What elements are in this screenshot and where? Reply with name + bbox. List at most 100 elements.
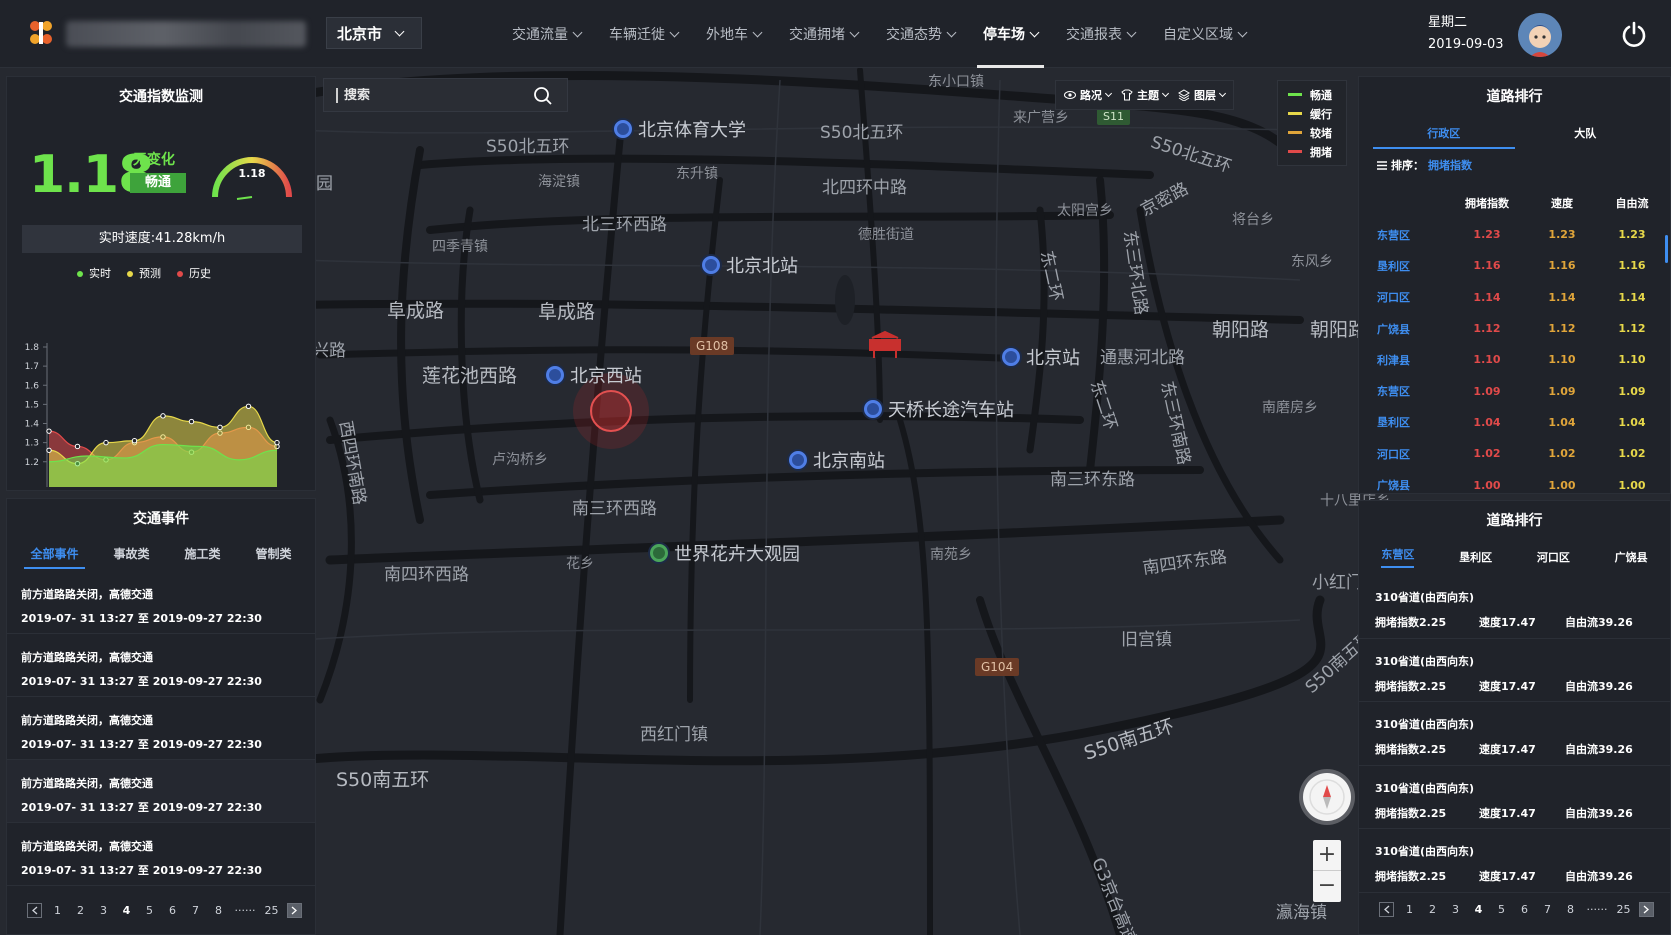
page-number[interactable]: 2 (1421, 903, 1444, 916)
next-page-button[interactable] (1639, 902, 1654, 917)
nav-congestion[interactable]: 交通拥堵 (777, 0, 870, 68)
table-row[interactable]: 广饶县 1.00 1.00 1.00 (1359, 469, 1670, 500)
poi-marker[interactable]: 天桥长途汽车站 (864, 396, 1014, 422)
tab-kenli[interactable]: 垦利区 (1459, 549, 1492, 565)
page-number[interactable]: 5 (138, 904, 161, 917)
page-number[interactable]: 3 (92, 904, 115, 917)
tab-construction[interactable]: 施工类 (178, 541, 226, 566)
road-pagination: 1 2 3 4 5 6 7 8 ······ 25 (1375, 902, 1658, 917)
nav-label: 自定义区域 (1163, 27, 1233, 43)
search-input[interactable] (336, 87, 516, 103)
page-number[interactable]: 25 (1612, 903, 1635, 916)
column-header: 自由流 (1615, 197, 1649, 210)
scrollbar-thumb[interactable] (1665, 235, 1668, 263)
table-row[interactable]: 广饶县 1.12 1.12 1.12 (1359, 313, 1670, 344)
page-number-current[interactable]: 4 (115, 904, 138, 917)
list-item[interactable]: 前方道路路关闭，高德交通 2019-07- 31 13:27 至 2019-09-… (7, 760, 315, 823)
sort-control[interactable]: 排序： 拥堵指数 (1377, 157, 1670, 173)
power-icon[interactable] (1620, 20, 1648, 48)
compass-button[interactable] (1303, 773, 1351, 821)
avatar[interactable] (1518, 13, 1562, 57)
page-number[interactable]: 8 (1559, 903, 1582, 916)
zoom-out-button[interactable]: − (1313, 871, 1341, 902)
poi-marker[interactable]: 北京站 (1002, 344, 1080, 370)
poi-marker[interactable]: 北京南站 (789, 447, 885, 473)
nav-traffic-reports[interactable]: 交通报表 (1054, 0, 1147, 68)
next-page-button[interactable] (287, 903, 302, 918)
page-number[interactable]: 6 (1513, 903, 1536, 916)
tab-dongying[interactable]: 东营区 (1381, 546, 1415, 568)
page-number[interactable]: 7 (1536, 903, 1559, 916)
list-item[interactable]: 前方道路路关闭，高德交通 2019-07- 31 13:27 至 2019-09-… (7, 634, 315, 697)
tab-district[interactable]: 行政区 (1373, 121, 1515, 149)
page-number[interactable]: 3 (1444, 903, 1467, 916)
page-number[interactable]: 1 (1398, 903, 1421, 916)
nav-nonlocal-vehicles[interactable]: 外地车 (694, 0, 773, 68)
city-select[interactable]: 北京市 (326, 17, 422, 49)
page-number[interactable]: 25 (260, 904, 283, 917)
theme-button[interactable]: 主题 (1121, 87, 1170, 103)
list-item[interactable]: 前方道路路关闭，高德交通 2019-07- 31 13:27 至 2019-09-… (7, 571, 315, 634)
page-number-current[interactable]: 4 (1467, 903, 1490, 916)
table-row[interactable]: 垦利区 1.04 1.04 1.04 (1359, 407, 1670, 438)
map-label: 阜成路 (387, 300, 445, 322)
page-number[interactable]: 2 (69, 904, 92, 917)
poi-label: 北京北站 (726, 256, 798, 277)
map-label: 将台乡 (1232, 212, 1274, 228)
road-name: 310省道(由西向东) (1375, 718, 1475, 731)
poi-marker[interactable]: 北京体育大学 (614, 116, 746, 142)
layers-icon (1178, 89, 1190, 101)
poi-marker[interactable]: 北京西站 (546, 362, 642, 388)
nav-custom-area[interactable]: 自定义区域 (1151, 0, 1258, 68)
poi-marker[interactable]: 北京北站 (702, 252, 798, 278)
table-row[interactable]: 河口区 1.02 1.02 1.02 (1359, 438, 1670, 469)
chevron-down-icon (1029, 27, 1040, 37)
table-row[interactable]: 利津县 1.10 1.10 1.10 (1359, 344, 1670, 375)
table-row[interactable]: 东营区 1.23 1.23 1.23 (1359, 219, 1670, 250)
data-point (46, 428, 52, 434)
tab-brigade[interactable]: 大队 (1515, 121, 1657, 149)
sort-label: 排序： (1391, 159, 1424, 172)
nav-vehicle-migration[interactable]: 车辆迁徙 (597, 0, 690, 68)
table-row[interactable]: 河口区 1.14 1.14 1.14 (1359, 282, 1670, 313)
tab-all-events[interactable]: 全部事件 (24, 541, 85, 569)
tab-hekou[interactable]: 河口区 (1537, 549, 1570, 565)
list-item[interactable]: 前方道路路关闭，高德交通 2019-07- 31 13:27 至 2019-09-… (7, 823, 315, 886)
page-number[interactable]: 7 (184, 904, 207, 917)
page-number[interactable]: 8 (207, 904, 230, 917)
event-time: 2019-07- 31 13:27 至 2019-09-27 22:30 (21, 612, 262, 625)
traffic-layer-button[interactable]: 路况 (1064, 87, 1113, 103)
station-icon (789, 451, 807, 469)
search-icon[interactable] (533, 86, 553, 106)
road-ranking-panel: 道路排行 东营区 垦利区 河口区 广饶县 310省道(由西向东) 拥堵指数2.25… (1358, 500, 1671, 935)
map-label: S50南五环 (336, 769, 430, 791)
page-number[interactable]: 1 (46, 904, 69, 917)
nav-traffic-flow[interactable]: 交通流量 (500, 0, 593, 68)
page-number[interactable]: 5 (1490, 903, 1513, 916)
page-number[interactable]: 6 (161, 904, 184, 917)
poi-marker[interactable]: 世界花卉大观园 (650, 540, 800, 566)
list-item[interactable]: 310省道(由西向东) 拥堵指数2.25 速度17.47 自由流39.26 (1359, 702, 1670, 766)
list-item[interactable]: 310省道(由西向东) 拥堵指数2.25 速度17.47 自由流39.26 (1359, 639, 1670, 702)
list-item[interactable]: 310省道(由西向东) 拥堵指数2.25 速度17.47 自由流39.26 (1359, 575, 1670, 639)
nav-parking[interactable]: 停车场 (971, 0, 1050, 68)
tab-control[interactable]: 管制类 (249, 541, 297, 566)
list-item[interactable]: 310省道(由西向东) 拥堵指数2.25 速度17.47 自由流39.26 (1359, 829, 1670, 893)
user-avatar-icon (1518, 13, 1562, 57)
map-label: 北四环中路 (822, 178, 907, 198)
layers-button[interactable]: 图层 (1178, 87, 1227, 103)
bus-station-icon (864, 400, 882, 418)
zoom-in-button[interactable]: + (1313, 840, 1341, 871)
list-item[interactable]: 310省道(由西向东) 拥堵指数2.25 速度17.47 自由流39.26 (1359, 766, 1670, 829)
tab-guangrao[interactable]: 广饶县 (1615, 549, 1648, 565)
tab-accidents[interactable]: 事故类 (107, 541, 155, 566)
table-row[interactable]: 东营区 1.09 1.09 1.09 (1359, 375, 1670, 406)
page-ellipsis: ······ (234, 904, 256, 917)
nav-label: 外地车 (706, 27, 748, 43)
prev-page-button[interactable] (27, 903, 42, 918)
date-text: 2019-09-03 (1428, 37, 1504, 52)
nav-traffic-situation[interactable]: 交通态势 (874, 0, 967, 68)
prev-page-button[interactable] (1379, 902, 1394, 917)
list-item[interactable]: 前方道路路关闭，高德交通 2019-07- 31 13:27 至 2019-09-… (7, 697, 315, 760)
table-row[interactable]: 垦利区 1.16 1.16 1.16 (1359, 250, 1670, 281)
